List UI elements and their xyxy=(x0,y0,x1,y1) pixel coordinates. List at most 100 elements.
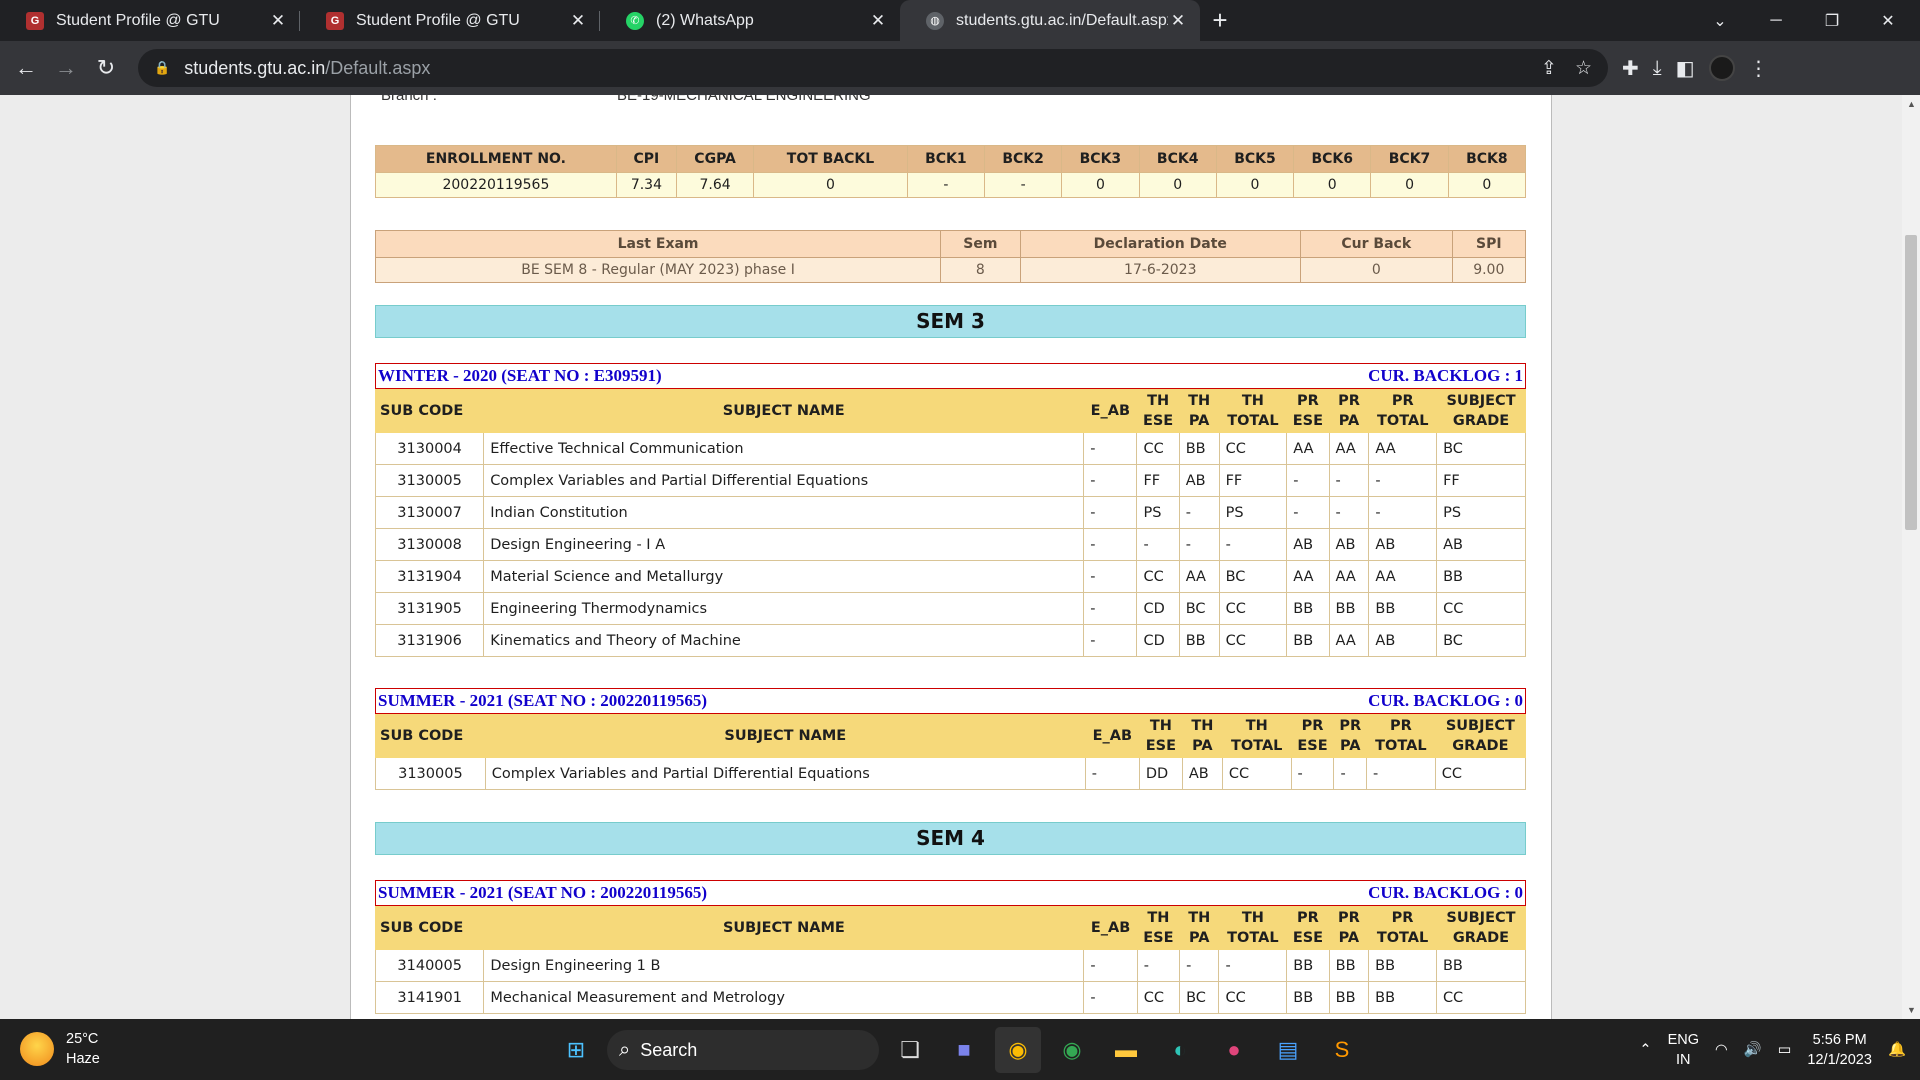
reload-icon[interactable]: ↻ xyxy=(86,48,126,88)
summary-value: 7.64 xyxy=(675,172,755,198)
col-header-th-pa: TH PA xyxy=(1178,389,1220,433)
chrome-profile-icon[interactable]: ◉ xyxy=(1049,1027,1095,1073)
table-row: 3130008 Design Engineering - I A - - - - AB AB A… xyxy=(374,528,1526,561)
grade-cell: - xyxy=(1328,464,1370,497)
col-header-line: TH xyxy=(1188,393,1211,409)
share-icon[interactable]: ⇪ xyxy=(1541,57,1557,80)
task-view-icon[interactable]: ❏ xyxy=(887,1027,933,1073)
browser-toolbar: ← → ↻ 🔒 students.gtu.ac.in/Default.aspx … xyxy=(0,41,1920,95)
tab-whatsapp[interactable]: ✆ (2) WhatsApp ✕ xyxy=(600,0,900,41)
tab-title: Student Profile @ GTU xyxy=(56,11,220,29)
sub-code: 3131906 xyxy=(374,624,485,657)
weather-widget[interactable]: 25°C Haze xyxy=(20,1029,100,1069)
grade-cell: BC xyxy=(1218,560,1288,593)
minimize-icon[interactable]: ─ xyxy=(1748,0,1804,41)
summary-header: BCK5 xyxy=(1215,145,1295,173)
last-exam-table: Last Exam Sem Declaration Date Cur Back SPI … xyxy=(374,230,1527,283)
edge-icon[interactable]: ◐ xyxy=(1157,1027,1203,1073)
address-bar[interactable]: 🔒 students.gtu.ac.in/Default.aspx ⇪ ☆ xyxy=(138,49,1608,87)
sublime-text-icon[interactable]: S xyxy=(1319,1027,1365,1073)
taskbar-search[interactable]: ⌕ Search xyxy=(607,1030,879,1070)
clock[interactable]: 5:56 PM 12/1/2023 xyxy=(1807,1030,1872,1070)
subject-name: Kinematics and Theory of Machine xyxy=(483,624,1085,657)
language-indicator[interactable]: ENG IN xyxy=(1668,1030,1699,1070)
close-window-icon[interactable]: ✕ xyxy=(1860,0,1916,41)
side-panel-icon[interactable]: ◧ xyxy=(1676,56,1695,81)
volume-icon[interactable]: 🔊 xyxy=(1744,1041,1762,1058)
weather-condition: Haze xyxy=(66,1051,100,1067)
scroll-down-icon[interactable]: ▼ xyxy=(1907,1005,1916,1015)
windows-start-icon[interactable]: ⊞ xyxy=(553,1027,599,1073)
tab-search-icon[interactable]: ⌄ xyxy=(1692,0,1748,41)
grade-cell: - xyxy=(1178,496,1220,529)
grade-cell: - xyxy=(1083,949,1138,982)
wps-office-icon[interactable]: ● xyxy=(1211,1027,1257,1073)
results-table: SUB CODE SUBJECT NAME E_AB TH ESE TH PA TH TOTAL… xyxy=(374,906,1527,1014)
exam-title: WINTER - 2020 (SEAT NO : E309591) xyxy=(378,366,662,385)
tab-student-profile-1[interactable]: G Student Profile @ GTU ✕ xyxy=(0,0,300,41)
menu-kebab-icon[interactable]: ⋮ xyxy=(1749,56,1769,81)
new-tab-button[interactable]: + xyxy=(1200,0,1240,41)
summary-value: 0 xyxy=(1061,172,1140,198)
notepad-icon[interactable]: ▤ xyxy=(1265,1027,1311,1073)
grade-cell: BB xyxy=(1286,981,1330,1014)
last-exam-value: 8 xyxy=(940,257,1021,283)
exam-block-summer-2021-sem4: SUMMER - 2021 (SEAT NO : 200220119565) C… xyxy=(374,880,1527,1014)
col-header-pr-pa: PR PA xyxy=(1333,714,1368,758)
col-header-th-total: TH TOTAL xyxy=(1221,714,1292,758)
close-icon[interactable]: ✕ xyxy=(568,11,588,31)
close-icon[interactable]: ✕ xyxy=(868,11,888,31)
close-icon[interactable]: ✕ xyxy=(268,11,288,31)
back-icon[interactable]: ← xyxy=(6,48,46,88)
col-header-grade: SUBJECT GRADE xyxy=(1436,389,1526,433)
grade-cell: BC xyxy=(1436,624,1526,657)
grade-cell: CC xyxy=(1221,757,1292,790)
grade-cell: - xyxy=(1366,757,1436,790)
sub-code: 3130008 xyxy=(374,528,485,561)
grade-cell: - xyxy=(1178,528,1220,561)
scrollbar-thumb[interactable] xyxy=(1905,235,1917,530)
last-exam-value: BE SEM 8 - Regular (MAY 2023) phase I xyxy=(374,257,942,283)
grade-cell: - xyxy=(1083,624,1138,657)
grade-cell: AB xyxy=(1181,757,1223,790)
col-header-line: TH xyxy=(1147,393,1170,409)
battery-icon[interactable]: ▭ xyxy=(1778,1042,1792,1058)
close-icon[interactable]: ✕ xyxy=(1168,11,1188,31)
grade-cell: BB xyxy=(1178,432,1220,465)
wifi-icon[interactable]: ◠ xyxy=(1715,1042,1728,1058)
extensions-puzzle-icon[interactable]: ✚ xyxy=(1622,56,1639,81)
grade-cell: BB xyxy=(1328,592,1370,625)
col-header-grade: SUBJECT GRADE xyxy=(1434,714,1527,758)
tab-student-profile-2[interactable]: G Student Profile @ GTU ✕ xyxy=(300,0,600,41)
table-row: 3130005 Complex Variables and Partial Dif… xyxy=(375,757,1527,790)
vertical-scrollbar[interactable]: ▲ ▼ xyxy=(1902,95,1920,1019)
forward-icon[interactable]: → xyxy=(46,48,86,88)
col-header-line: ESE xyxy=(1145,738,1176,754)
col-header-line: GRADE xyxy=(1452,413,1510,429)
profile-avatar[interactable] xyxy=(1708,55,1735,81)
grade-cell: FF xyxy=(1436,464,1526,497)
col-header-sub-code: SUB CODE xyxy=(374,389,485,433)
last-exam-value: 9.00 xyxy=(1451,257,1527,283)
file-explorer-icon[interactable]: ▬ xyxy=(1103,1027,1149,1073)
bookmark-star-icon[interactable]: ☆ xyxy=(1575,57,1592,80)
notification-bell-icon[interactable]: 🔔 xyxy=(1888,1041,1906,1058)
col-header-line: TH xyxy=(1241,393,1264,409)
grade-cell: DD xyxy=(1138,757,1183,790)
chevron-up-icon[interactable]: ⌃ xyxy=(1639,1042,1651,1058)
col-header-line: SUBJECT xyxy=(1446,910,1516,926)
tab-default-aspx[interactable]: ◍ students.gtu.ac.in/Default.aspx ✕ xyxy=(900,0,1200,41)
col-header-line: ESE xyxy=(1292,930,1324,946)
scroll-up-icon[interactable]: ▲ xyxy=(1907,99,1916,109)
backlog-count: CUR. BACKLOG : 0 xyxy=(1368,883,1523,902)
lock-icon[interactable]: 🔒 xyxy=(154,60,170,76)
grade-cell: BB xyxy=(1368,949,1437,982)
restore-icon[interactable]: ❐ xyxy=(1804,0,1860,41)
chrome-icon[interactable]: ◉ xyxy=(995,1027,1041,1073)
download-icon[interactable]: ⤓ xyxy=(1653,57,1662,80)
teams-icon[interactable]: ■ xyxy=(941,1027,987,1073)
exam-block-winter-2020: WINTER - 2020 (SEAT NO : E309591) CUR. B… xyxy=(374,363,1526,657)
col-header-line: ESE xyxy=(1143,930,1174,946)
last-exam-header: Sem xyxy=(940,230,1021,258)
grade-cell: - xyxy=(1218,949,1288,982)
